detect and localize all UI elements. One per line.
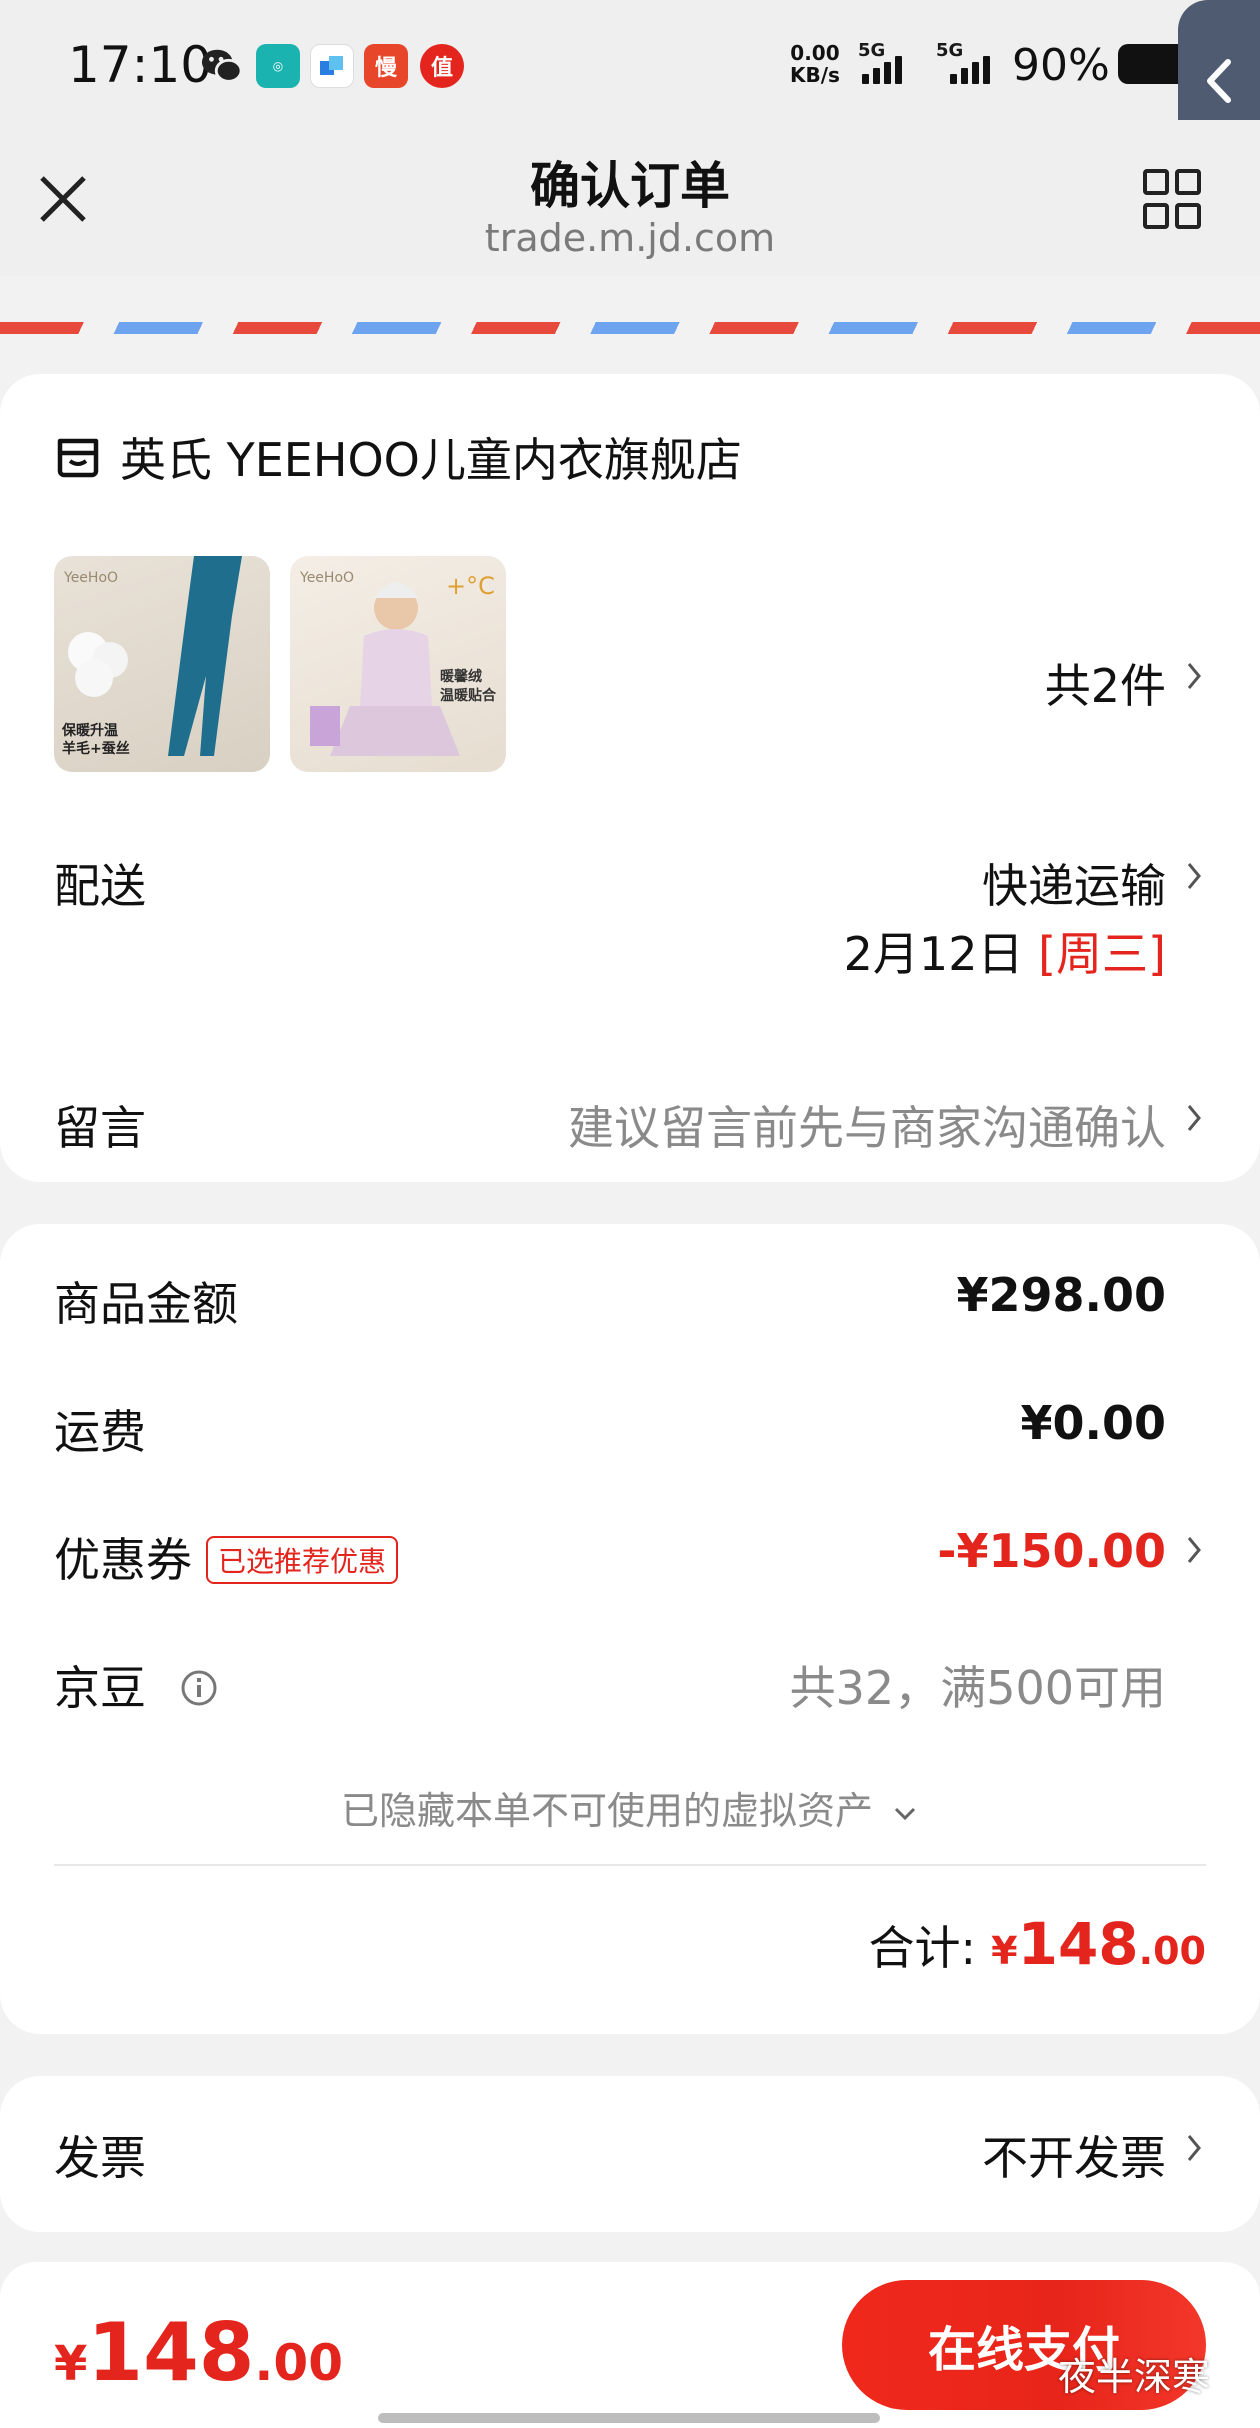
app-icon-man: 慢: [364, 44, 408, 88]
page-title: 确认订单: [530, 157, 730, 215]
invoice-value[interactable]: 不开发票: [982, 2122, 1166, 2188]
grid-icon: [1143, 169, 1201, 229]
signal-icon: 5G: [936, 40, 1006, 84]
wechat-icon: [200, 44, 244, 88]
chevron-down-icon: [894, 1807, 916, 1821]
watermark: 夜半深寒: [1058, 2355, 1211, 2399]
pay-amount: ¥148.00: [54, 2306, 343, 2399]
goods-amount-value: ¥298.00: [956, 1268, 1166, 1322]
app-icon-teal: ◎: [256, 44, 300, 88]
checkout-bar: ¥148.00 在线支付: [0, 2262, 1260, 2428]
divider: [54, 1864, 1206, 1866]
price-card: 商品金额 ¥298.00 运费 ¥0.00 优惠券 已选推荐优惠 -¥150.00…: [0, 1224, 1260, 2034]
item-count-link[interactable]: 共2件: [1045, 650, 1166, 716]
info-icon[interactable]: [179, 1668, 219, 1708]
store-icon: [57, 438, 99, 478]
store-name: 英氏 YEEHOO儿童内衣旗舰店: [120, 433, 742, 487]
chevron-left-icon: [1207, 59, 1231, 103]
invoice-card[interactable]: 发票 不开发票: [0, 2076, 1260, 2232]
goods-amount-label: 商品金额: [54, 1277, 238, 1331]
chevron-right-icon: [1187, 1105, 1201, 1131]
coupon-value[interactable]: -¥150.00: [937, 1524, 1166, 1578]
more-menu-button[interactable]: [1142, 168, 1202, 230]
page-url: trade.m.jd.com: [484, 216, 776, 260]
delivery-weekday: [周三]: [1038, 927, 1166, 981]
coupon-label: 优惠券: [54, 1533, 192, 1587]
chevron-right-icon: [1187, 1537, 1201, 1563]
product-thumbnails[interactable]: YeeHoO 保暖升温 羊毛+蚕丝 YeeHoO +°C 暖馨绒 温暖贴合: [54, 556, 506, 772]
message-input[interactable]: 建议留言前先与商家沟通确认: [568, 1092, 1166, 1158]
jingdou-row: 京豆: [54, 1652, 219, 1718]
jingdou-label: 京豆: [54, 1661, 146, 1715]
chevron-right-icon: [1187, 863, 1201, 889]
coupon-row[interactable]: 优惠券 已选推荐优惠: [54, 1524, 399, 1590]
net-speed: 0.00 KB/s: [790, 41, 840, 87]
order-total: 合计: ¥148.00: [868, 1910, 1206, 1978]
store-header[interactable]: 英氏 YEEHOO儿童内衣旗舰店: [54, 424, 742, 490]
home-indicator[interactable]: [378, 2413, 880, 2423]
message-label: 留言: [54, 1101, 146, 1155]
address-stripe-divider: [0, 322, 1260, 334]
signal-icon: 5G: [858, 40, 928, 84]
shipping-value: ¥0.00: [1020, 1396, 1166, 1450]
nav-bar: 确认订单 trade.m.jd.com: [0, 120, 1260, 276]
invoice-label: 发票: [54, 2131, 146, 2185]
store-card: 英氏 YEEHOO儿童内衣旗舰店 YeeHoO 保暖升温 羊毛+蚕丝 YeeHo…: [0, 374, 1260, 1182]
delivery-date[interactable]: 2月12日 [周三]: [844, 918, 1166, 984]
shipping-label: 运费: [54, 1405, 146, 1459]
coupon-tag: 已选推荐优惠: [206, 1535, 399, 1584]
jingdou-value: 共32，满500可用: [789, 1661, 1166, 1715]
product-image[interactable]: YeeHoO +°C 暖馨绒 温暖贴合: [290, 556, 506, 772]
status-bar: 17:10 ◎ 慢 值 0.00 KB/s 5G 5G 90%: [0, 0, 1260, 120]
chevron-right-icon: [1187, 2135, 1201, 2161]
product-image[interactable]: YeeHoO 保暖升温 羊毛+蚕丝: [54, 556, 270, 772]
delivery-method[interactable]: 快递运输: [982, 850, 1166, 916]
app-icon-zhi: 值: [420, 44, 464, 88]
hidden-assets-toggle[interactable]: 已隐藏本单不可使用的虚拟资产: [0, 1780, 1260, 1835]
chevron-right-icon: [1187, 663, 1201, 689]
battery-percent: 90%: [1012, 40, 1110, 91]
app-icon-blue: [310, 44, 354, 88]
delivery-label: 配送: [54, 859, 146, 913]
status-time: 17:10: [68, 36, 213, 94]
